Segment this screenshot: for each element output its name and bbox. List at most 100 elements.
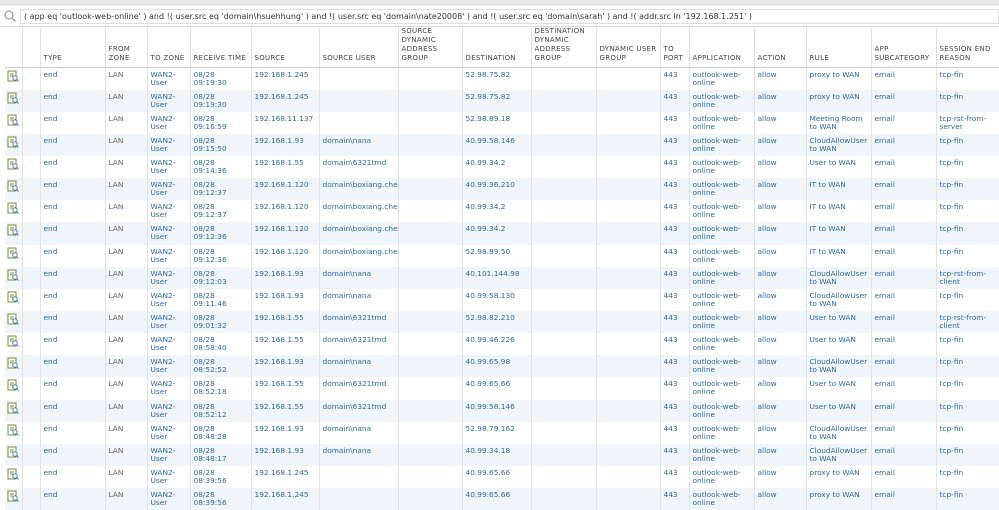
cell-session-end-reason[interactable]: tcp-fin: [936, 355, 999, 378]
cell-application[interactable]: outlook-web-online: [689, 355, 755, 378]
cell-session-end-reason[interactable]: tcp-rst-from-server: [936, 111, 999, 134]
cell-session-end-reason[interactable]: tcp-rst-from-client: [936, 311, 999, 334]
cell-destination[interactable]: 40.99.58.146: [462, 133, 532, 157]
table-row[interactable]: end LAN WAN2-User 08/28 08:48:28 192.168.1.9…: [5, 421, 999, 444]
cell-session-end-reason[interactable]: tcp-fin: [936, 377, 999, 400]
cell-to-port[interactable]: 443: [660, 355, 690, 378]
cell-rule[interactable]: CloudAllowUser to WAN: [806, 288, 872, 312]
cell-receive-time[interactable]: 08/28 09:15:50: [190, 133, 252, 157]
cell-to-zone[interactable]: WAN2-User: [147, 156, 191, 179]
cell-receive-time[interactable]: 08/28 09:01:32: [190, 311, 252, 334]
cell-source[interactable]: 192.168.1.93: [251, 355, 320, 378]
cell-source[interactable]: 192.168.1.245: [251, 89, 320, 112]
cell-application[interactable]: outlook-web-online: [689, 288, 755, 312]
cell-destination[interactable]: 40.99.65.66: [462, 377, 532, 400]
cell-to-port[interactable]: 443: [660, 421, 690, 444]
cell-session-end-reason[interactable]: tcp-fin: [936, 488, 999, 510]
cell-destination[interactable]: 40.99.58.146: [462, 399, 532, 422]
cell-rule[interactable]: CloudAllowUser to WAN: [806, 266, 872, 289]
table-row[interactable]: end LAN WAN2-User 08/28 08:52:12 192.168.1.5…: [5, 399, 999, 422]
cell-source-user[interactable]: domain\boxiang.chen: [319, 200, 399, 223]
log-detail-cell[interactable]: [5, 133, 23, 157]
log-detail-icon[interactable]: [7, 313, 19, 327]
cell-dynamic-user-group[interactable]: [596, 244, 661, 267]
cell-to-port[interactable]: 443: [660, 244, 690, 267]
cell-to-zone[interactable]: WAN2-User: [147, 200, 191, 223]
cell-destination[interactable]: 52.98.75.82: [462, 89, 532, 112]
cell-to-port[interactable]: 443: [660, 178, 690, 201]
cell-source-dag[interactable]: [398, 266, 463, 289]
cell-destination-dag[interactable]: [531, 288, 597, 312]
cell-dynamic-user-group[interactable]: [596, 399, 661, 422]
cell-rule[interactable]: User to WAN: [806, 156, 872, 179]
cell-action[interactable]: allow: [754, 443, 807, 467]
cell-source[interactable]: 192.168.1.120: [251, 178, 320, 201]
cell-action[interactable]: allow: [754, 311, 807, 334]
cell-destination[interactable]: 40.99.65.66: [462, 488, 532, 510]
log-detail-cell[interactable]: [5, 421, 23, 444]
log-detail-icon[interactable]: [7, 180, 19, 194]
cell-dynamic-user-group[interactable]: [596, 133, 661, 157]
log-detail-icon[interactable]: [7, 291, 19, 305]
log-detail-icon[interactable]: [7, 136, 19, 150]
cell-session-end-reason[interactable]: tcp-fin: [936, 67, 999, 90]
table-row[interactable]: end LAN WAN2-User 08/28 09:15:50 192.168.1.9…: [5, 133, 999, 157]
cell-source-user[interactable]: domain\6321tmd: [319, 311, 399, 334]
log-detail-cell[interactable]: [5, 488, 23, 510]
cell-application[interactable]: outlook-web-online: [689, 266, 755, 289]
cell-to-zone[interactable]: WAN2-User: [147, 311, 191, 334]
column-header-destination-dag[interactable]: DESTINATION DYNAMIC ADDRESS GROUP: [531, 27, 597, 68]
cell-rule[interactable]: proxy to WAN: [806, 466, 872, 489]
cell-action[interactable]: allow: [754, 421, 807, 444]
cell-receive-time[interactable]: 08/28 09:12:37: [190, 178, 252, 201]
log-detail-icon[interactable]: [7, 247, 19, 261]
cell-application[interactable]: outlook-web-online: [689, 200, 755, 223]
cell-receive-time[interactable]: 08/28 09:12:03: [190, 266, 252, 289]
cell-destination-dag[interactable]: [531, 89, 597, 112]
cell-to-port[interactable]: 443: [660, 89, 690, 112]
cell-to-port[interactable]: 443: [660, 266, 690, 289]
cell-app-subcategory[interactable]: email: [871, 488, 937, 510]
cell-app-subcategory[interactable]: email: [871, 443, 937, 467]
cell-receive-time[interactable]: 08/28 09:12:37: [190, 200, 252, 223]
cell-destination[interactable]: 52.98.89.50: [462, 244, 532, 267]
column-header-to-port[interactable]: TO PORT: [660, 27, 690, 68]
cell-application[interactable]: outlook-web-online: [689, 89, 755, 112]
cell-dynamic-user-group[interactable]: [596, 377, 661, 400]
cell-source-dag[interactable]: [398, 443, 463, 467]
cell-destination[interactable]: 40.99.34.2: [462, 200, 532, 223]
column-header-application[interactable]: APPLICATION: [689, 27, 755, 68]
cell-action[interactable]: allow: [754, 333, 807, 356]
cell-destination[interactable]: 40.99.36.210: [462, 178, 532, 201]
cell-source-user[interactable]: domain\boxiang.chen: [319, 244, 399, 267]
cell-source-user[interactable]: domain\nana: [319, 355, 399, 378]
cell-source[interactable]: 192.168.1.120: [251, 200, 320, 223]
cell-app-subcategory[interactable]: email: [871, 288, 937, 312]
cell-destination[interactable]: 52.98.82.210: [462, 311, 532, 334]
cell-source[interactable]: 192.168.1.93: [251, 266, 320, 289]
cell-to-port[interactable]: 443: [660, 311, 690, 334]
cell-source-user[interactable]: domain\nana: [319, 421, 399, 444]
cell-dynamic-user-group[interactable]: [596, 333, 661, 356]
cell-source[interactable]: 192.168.1.55: [251, 311, 320, 334]
cell-destination-dag[interactable]: [531, 355, 597, 378]
log-detail-icon[interactable]: [7, 402, 19, 416]
cell-source-dag[interactable]: [398, 488, 463, 510]
cell-dynamic-user-group[interactable]: [596, 311, 661, 334]
log-detail-icon[interactable]: [7, 357, 19, 371]
cell-to-zone[interactable]: WAN2-User: [147, 67, 191, 90]
cell-source[interactable]: 192.168.1.93: [251, 421, 320, 444]
log-detail-cell[interactable]: [5, 266, 23, 289]
table-row[interactable]: end LAN WAN2-User 08/28 08:58:40 192.168.1.5…: [5, 333, 999, 356]
cell-action[interactable]: allow: [754, 488, 807, 510]
table-row[interactable]: end LAN WAN2-User 08/28 09:14:36 192.168.1.5…: [5, 156, 999, 179]
cell-destination[interactable]: 40.99.58.130: [462, 288, 532, 312]
cell-action[interactable]: allow: [754, 178, 807, 201]
cell-source-dag[interactable]: [398, 421, 463, 444]
log-detail-icon[interactable]: [7, 70, 19, 84]
cell-receive-time[interactable]: 08/28 09:14:36: [190, 156, 252, 179]
table-row[interactable]: end LAN WAN2-User 08/28 09:01:32 192.168.1.5…: [5, 311, 999, 334]
cell-to-zone[interactable]: WAN2-User: [147, 377, 191, 400]
log-detail-cell[interactable]: [5, 244, 23, 267]
log-detail-cell[interactable]: [5, 222, 23, 245]
